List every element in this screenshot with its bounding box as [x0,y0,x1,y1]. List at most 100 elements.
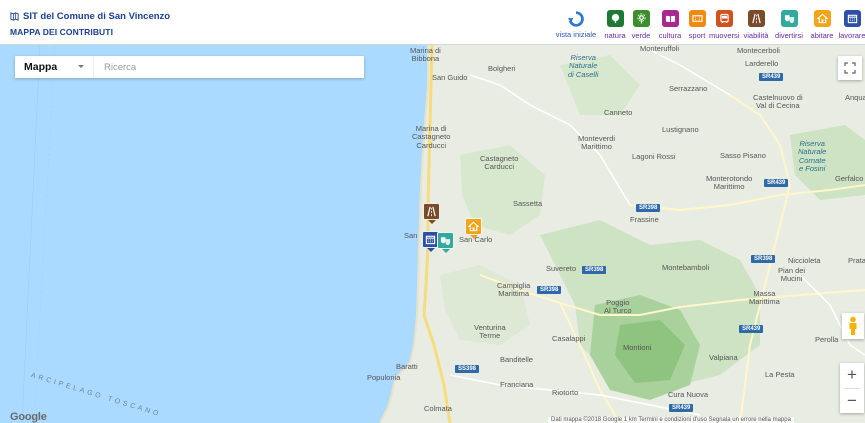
house-icon [465,218,482,235]
place-label: Serrazzano [669,84,708,93]
place-label: Monteruffoli [640,45,680,53]
ticket-icon [688,10,706,27]
place-label: Valpiana [709,353,738,362]
place-label: Montebamboli [662,263,710,272]
place-label: Prata [848,256,865,265]
place-label: Marina di Bibbona [410,46,441,64]
place-label: Populonia [367,373,401,382]
place-label: Niccioleta [788,256,821,265]
map-type-select[interactable]: Mappa [15,56,94,78]
map-marker-abitare[interactable] [465,218,482,239]
place-label: Perolla [815,335,839,344]
map-icon [10,12,19,21]
road-icon [423,203,440,220]
category-muoversi[interactable]: muoversi [709,10,739,40]
tree-icon [606,10,624,27]
place-label: Massa Marittima [749,289,780,307]
masks-icon [780,10,798,27]
category-natura[interactable]: natura [602,10,628,40]
pegman-icon [849,316,857,335]
map-search-control: Mappa [15,56,364,78]
calendar-icon [843,10,861,27]
road-shield: SR398 [537,286,562,294]
category-sport[interactable]: sport [685,10,709,40]
place-label: Larderello [745,59,779,68]
road-shield: SR398 [582,266,607,274]
house-icon [813,10,831,27]
place-label: Marina di Castagneto Carducci [412,124,451,150]
app-title-row[interactable]: SIT del Comune di San Vincenzo [10,11,170,22]
map-marker-viabilita[interactable] [423,203,440,224]
map-canvas[interactable]: Marina di Bibbona Bolgheri San Guido Rise… [0,45,865,423]
place-label: Sassetta [513,199,543,208]
place-label: Cura Nuova [668,390,709,399]
app-subtitle: MAPPA DEI CONTRIBUTI [10,27,114,37]
place-label: Gerfalco [835,174,864,183]
category-label: verde [631,31,651,40]
place-label: Suvereto [546,264,577,273]
road-shield: SR439 [739,325,764,333]
masks-icon [437,232,454,249]
google-logo: Google [10,411,47,423]
place-label: Banditelle [500,355,533,364]
place-label: Frassine [630,215,659,224]
flower-icon [632,10,650,27]
category-label: cultura [658,31,682,40]
place-label: Casalappi [552,334,586,343]
place-label: Monterotondo Marittimo [706,174,753,192]
category-abitare[interactable]: abitare [807,10,837,40]
road-shield: SR439 [764,179,789,187]
place-label: Montecerboli [737,46,780,55]
zoom-control: + − [840,363,864,413]
place-label: Pian dei Mucini [778,266,806,284]
bus-icon [715,10,733,27]
place-label: Canneto [604,108,633,117]
place-label: Lustignano [662,125,699,134]
road-shield: SR398 [636,204,661,212]
category-divertirsi[interactable]: divertirsi [773,10,805,40]
fullscreen-button[interactable] [838,56,862,80]
app-header: SIT del Comune di San Vincenzo MAPPA DEI… [0,0,865,45]
place-label: Monteverdi Marittimo [578,134,616,152]
place-label: San [404,231,418,240]
initial-view-button[interactable]: vista iniziale [552,10,600,39]
app-title: SIT del Comune di San Vincenzo [23,11,171,22]
brand: SIT del Comune di San Vincenzo MAPPA DEI… [10,11,170,37]
map-type-value: Mappa [24,61,58,73]
place-label: Riserva Naturale Cornate e Fosini [798,139,827,173]
category-label: sport [688,31,706,40]
search-input[interactable] [94,56,364,78]
category-lavorare[interactable]: lavorare [838,10,865,40]
place-label: Campiglia Marittima [497,281,531,299]
map-marker-divertirsi[interactable] [437,232,454,253]
place-label: Sasso Pisano [720,151,766,160]
road-shield: SR439 [669,404,694,412]
book-icon [661,10,679,27]
chevron-down-icon [78,65,84,68]
place-label: Riotorto [552,388,579,397]
place-label: Venturina Terme [474,323,506,341]
street-view-pegman[interactable] [842,313,864,339]
reset-view-icon [567,11,584,27]
road-icon [747,10,765,27]
place-label: San Guido [432,73,468,82]
zoom-in-button[interactable]: + [840,363,864,388]
category-label: viabilità [743,31,769,40]
category-label: natura [604,31,626,40]
category-label: muoversi [709,31,740,40]
road-shield: SS398 [455,365,480,373]
category-cultura[interactable]: cultura [655,10,685,40]
category-viabilita[interactable]: viabilità [740,10,772,40]
category-label: divertirsi [775,31,803,40]
place-label: Lagoni Rossi [632,152,676,161]
category-verde[interactable]: verde [628,10,654,40]
place-label: Baratti [396,362,418,371]
map-attribution[interactable]: Dati mappa ©2018 Google 1 km Termini e c… [548,417,794,423]
place-label: Montioni [623,343,652,352]
place-label: Poggio Al Turco [604,298,632,316]
initial-view-label: vista iniziale [555,30,597,39]
category-label: abitare [810,31,834,40]
place-label: Castelnuovo di Val di Cecina [753,93,803,111]
place-label: Franciana [500,380,534,389]
zoom-out-button[interactable]: − [840,389,864,414]
